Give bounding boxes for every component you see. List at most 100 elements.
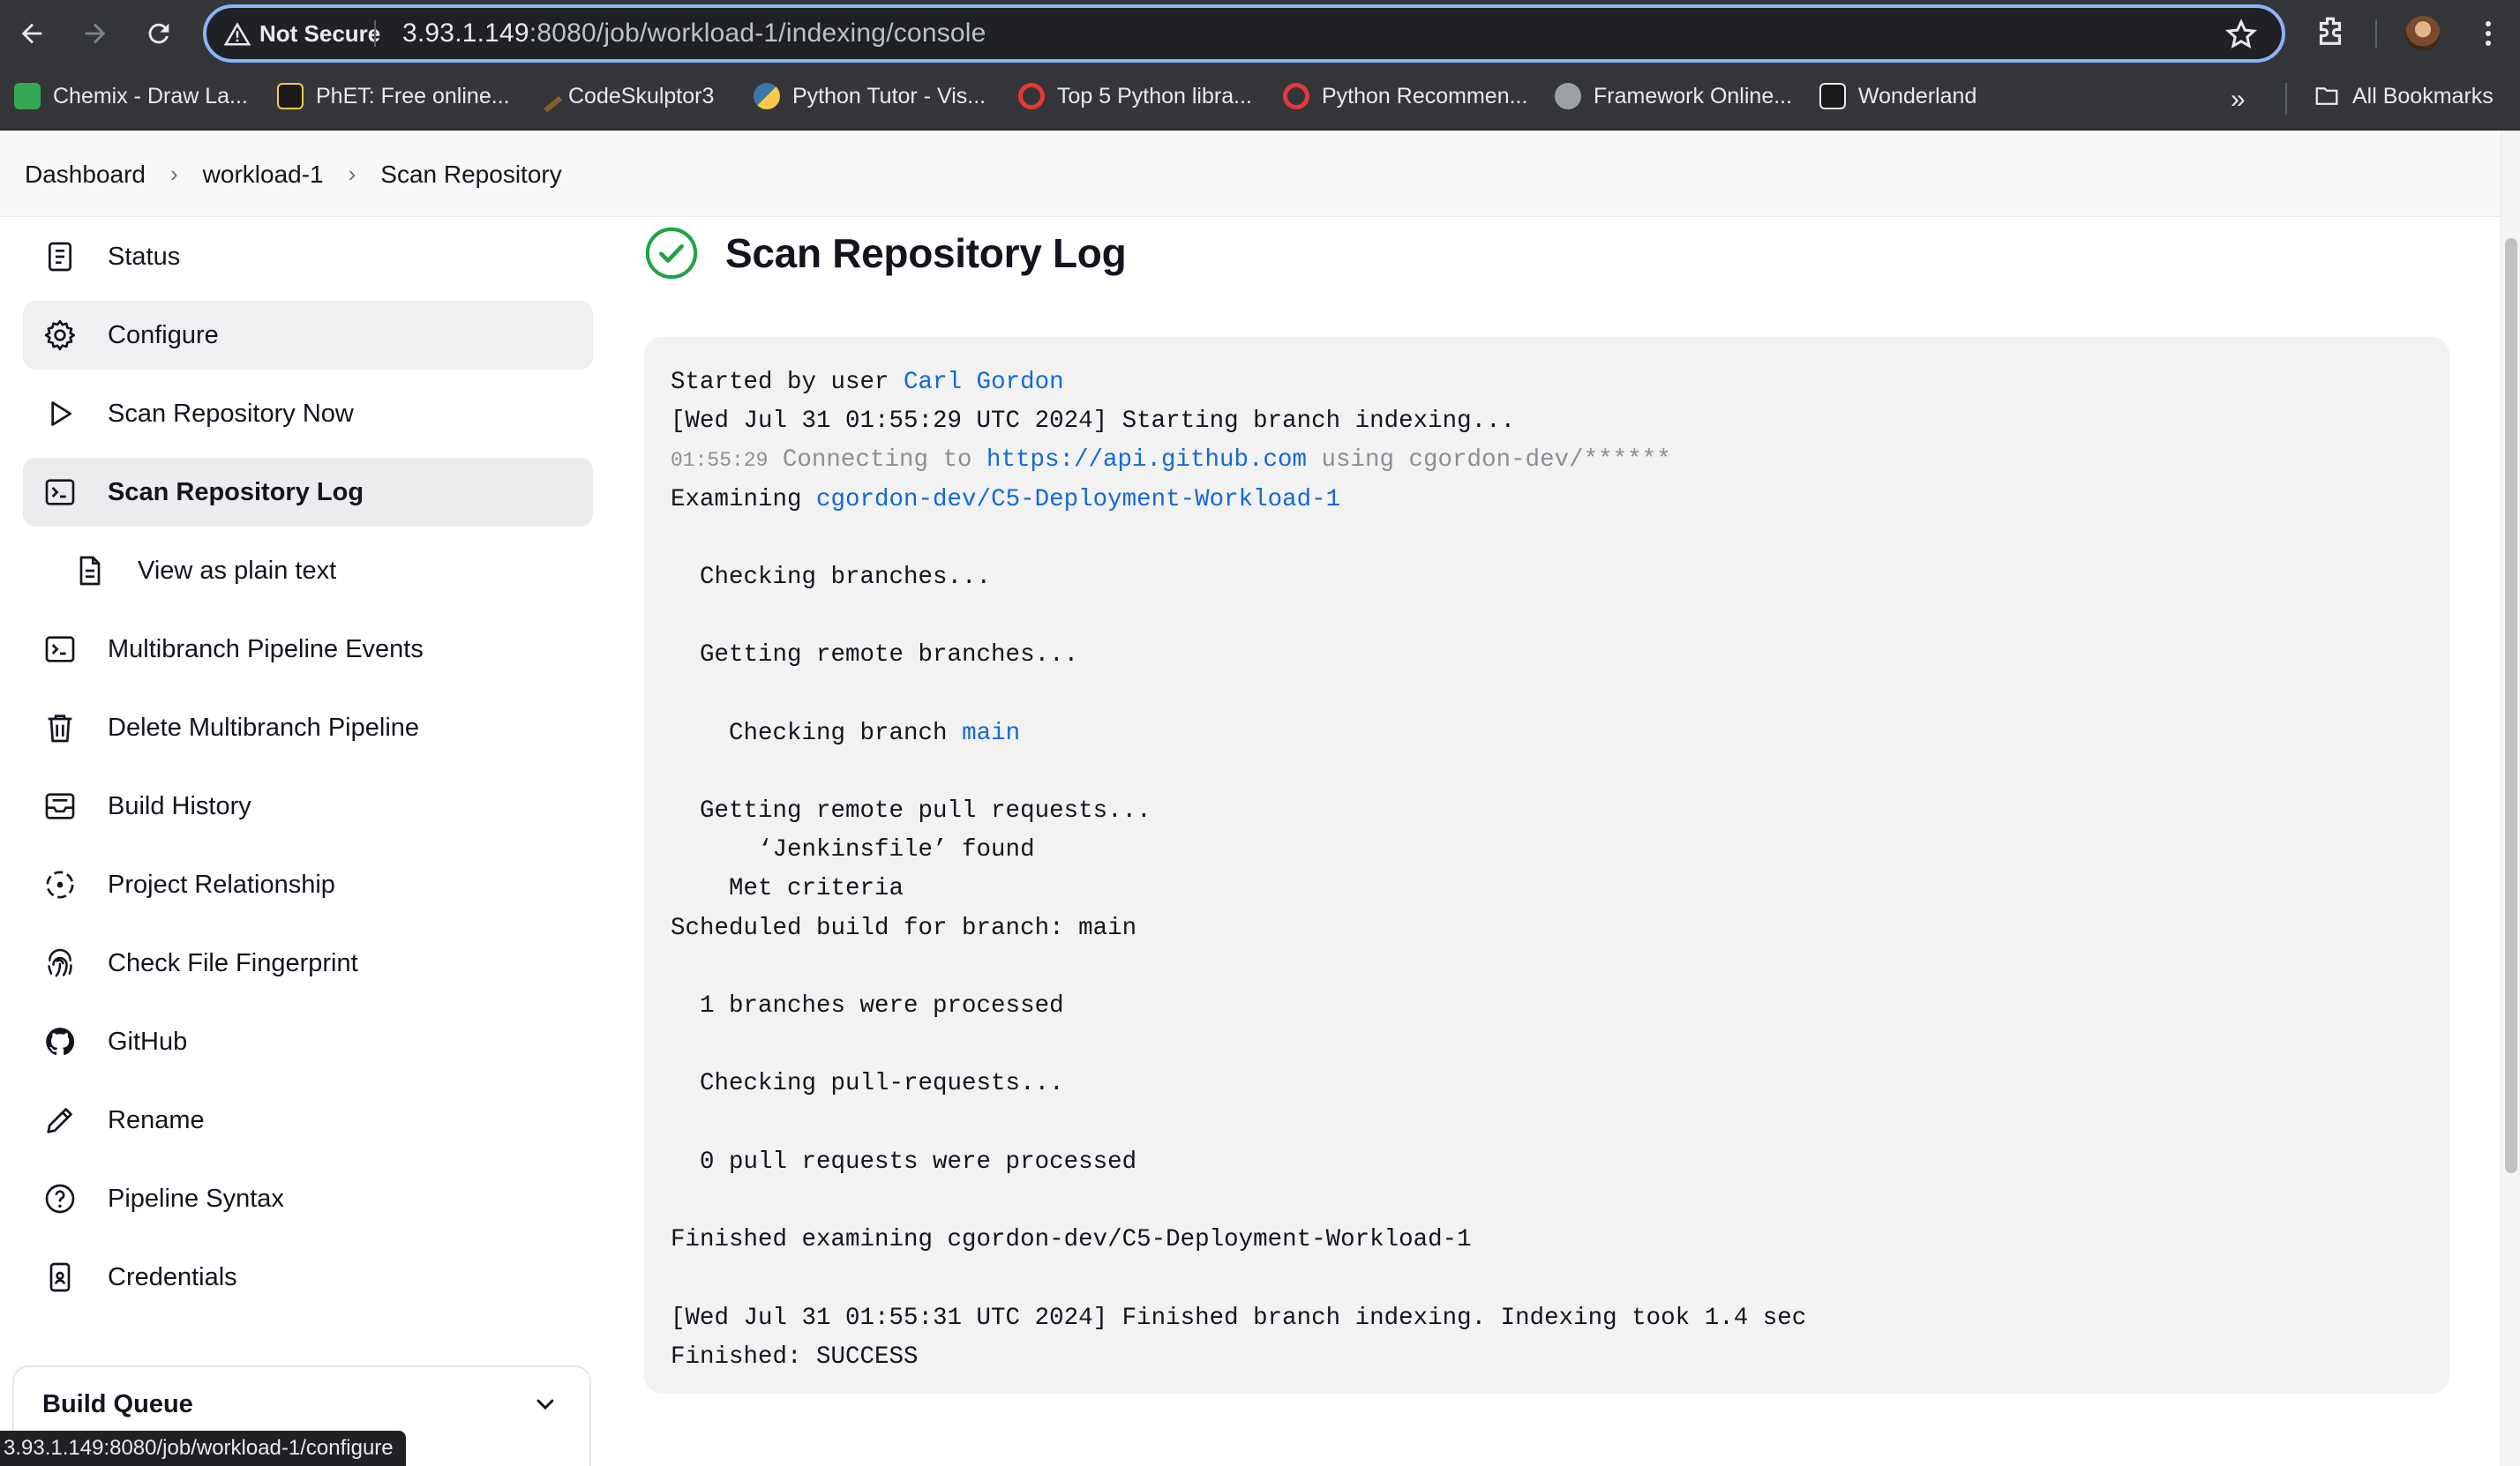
repository-link[interactable]: cgordon-dev/C5-Deployment-Workload-1 (816, 486, 1340, 513)
page-scrollbar[interactable] (2501, 132, 2520, 1466)
bookmark-item[interactable]: Python Recommen... (1283, 83, 1527, 109)
bookmark-label: Wonderland (1858, 83, 1977, 108)
back-button[interactable] (11, 12, 53, 55)
sidebar-item-status[interactable]: Status (23, 222, 593, 291)
reload-icon (148, 23, 169, 44)
breadcrumb-dashboard[interactable]: Dashboard (25, 161, 146, 189)
bookmarks-divider (2285, 83, 2287, 115)
breadcrumb-scan-repository[interactable]: Scan Repository (380, 161, 561, 189)
globe-favicon-icon (1555, 83, 1581, 109)
bookmark-item[interactable]: Framework Online... (1555, 83, 1792, 109)
bookmark-label: CodeSkulptor3 (568, 83, 715, 108)
profile-avatar[interactable] (2405, 16, 2441, 51)
address-bar[interactable]: Not Secure 3.93.1.149:8080/job/workload-… (203, 4, 2285, 63)
bookmark-star-icon[interactable] (2224, 17, 2259, 52)
security-indicator[interactable]: Not Secure (224, 20, 380, 48)
log-line: Started by user Carl Gordon (671, 369, 1064, 396)
log-line: Checking branches... (671, 563, 992, 591)
bookmark-item[interactable]: CodeSkulptor3 (529, 79, 715, 113)
log-line: [Wed Jul 31 01:55:29 UTC 2024] Starting … (671, 408, 1516, 436)
sidebar-item-github[interactable]: GitHub (23, 1007, 593, 1076)
sidebar-item-configure[interactable]: Configure (23, 301, 593, 370)
sidebar-item-rename[interactable]: Rename (23, 1086, 593, 1155)
breadcrumb-workload[interactable]: workload-1 (203, 161, 324, 189)
log-blank-line (671, 1182, 2423, 1221)
bookmark-item[interactable]: Top 5 Python libra... (1018, 83, 1252, 109)
sidebar-item-view-plain-text[interactable]: View as plain text (53, 536, 593, 605)
log-blank-line (671, 597, 2423, 636)
sidebar-item-label: Scan Repository Now (108, 399, 354, 428)
log-blank-line (671, 676, 2423, 714)
scrollbar-thumb[interactable] (2505, 238, 2517, 1173)
page-title-text: Scan Repository Log (725, 230, 1127, 276)
status-document-icon (41, 237, 79, 276)
log-line: Finished: SUCCESS (671, 1343, 919, 1371)
chevron-right-icon: › (169, 161, 178, 187)
omnibox-divider (374, 20, 376, 47)
forward-button[interactable] (74, 12, 116, 55)
bookmark-item[interactable]: Wonderland (1819, 83, 1976, 109)
sidebar-item-multibranch-events[interactable]: Multibranch Pipeline Events (23, 615, 593, 684)
log-line: Getting remote branches... (671, 641, 1079, 669)
sidebar-item-pipeline-syntax[interactable]: Pipeline Syntax (23, 1164, 593, 1233)
sidebar-item-label: Project Relationship (108, 870, 335, 899)
console-output: Started by user Carl Gordon [Wed Jul 31 … (644, 337, 2449, 1394)
sidebar-item-label: Configure (108, 320, 219, 349)
sidebar-item-scan-repository-log[interactable]: Scan Repository Log (23, 458, 593, 527)
bookmark-item[interactable]: PhET: Free online... (277, 83, 510, 109)
log-line: [Wed Jul 31 01:55:31 UTC 2024] Finished … (671, 1304, 1807, 1332)
page-title: Scan Repository Log (644, 226, 1127, 280)
sidebar-item-label: Build History (108, 791, 251, 820)
sidebar-item-label: Credentials (108, 1262, 237, 1291)
fingerprint-icon (41, 944, 79, 983)
branch-link[interactable]: main (962, 720, 1020, 747)
github-icon (41, 1022, 79, 1061)
sidebar-item-build-history[interactable]: Build History (23, 772, 593, 841)
sidebar-item-label: View as plain text (138, 556, 337, 585)
python-favicon-icon (754, 83, 780, 109)
chevron-down-icon[interactable] (531, 1390, 559, 1418)
terminal-icon (41, 473, 79, 512)
reload-button[interactable] (138, 12, 180, 55)
bookmark-label: Top 5 Python libra... (1057, 83, 1252, 108)
relationship-icon (41, 865, 79, 904)
log-line: Met criteria (671, 875, 904, 903)
user-link[interactable]: Carl Gordon (904, 369, 1064, 396)
red-ring-favicon-icon (1018, 83, 1045, 109)
sidebar-item-delete-pipeline[interactable]: Delete Multibranch Pipeline (23, 693, 593, 762)
extensions-puzzle-icon[interactable] (2312, 14, 2349, 51)
sidebar-item-check-fingerprint[interactable]: Check File Fingerprint (23, 929, 593, 998)
more-bookmarks-chevron-icon[interactable]: » (2231, 85, 2246, 115)
bookmark-item[interactable]: Chemix - Draw La... (14, 83, 248, 109)
browser-menu-button[interactable] (2478, 14, 2499, 53)
log-blank-line (671, 1104, 2423, 1143)
sidebar: Status Configure Scan Repository Now Sca… (0, 219, 618, 1466)
bookmark-label: PhET: Free online... (316, 83, 510, 108)
phet-favicon-icon (277, 83, 304, 109)
bookmark-item[interactable]: Python Tutor - Vis... (754, 83, 986, 109)
pencil-icon (41, 1101, 79, 1140)
sidebar-item-scan-repository-now[interactable]: Scan Repository Now (23, 379, 593, 448)
link-status-bar: 3.93.1.149:8080/job/workload-1/configure (0, 1431, 406, 1466)
url-text[interactable]: 3.93.1.149:8080/job/workload-1/indexing/… (402, 19, 986, 49)
trash-icon (41, 708, 79, 747)
sidebar-item-credentials[interactable]: Credentials (23, 1243, 593, 1312)
github-api-link[interactable]: https://api.github.com (986, 446, 1307, 474)
url-host: 3.93.1.149 (402, 19, 529, 48)
security-label: Not Secure (259, 20, 381, 47)
bookmark-label: Framework Online... (1594, 83, 1793, 108)
all-bookmarks-label: All Bookmarks (2352, 83, 2494, 108)
log-line: Examining cgordon-dev/C5-Deployment-Work… (671, 485, 1341, 513)
log-blank-line (671, 1026, 2423, 1065)
log-blank-line (671, 948, 2423, 987)
log-line: Scheduled build for branch: main (671, 914, 1137, 942)
bookmark-label: Chemix - Draw La... (53, 83, 248, 108)
sidebar-item-label: Delete Multibranch Pipeline (108, 713, 420, 742)
gear-icon (41, 316, 79, 355)
warning-icon (224, 21, 251, 45)
hammer-favicon-icon (529, 79, 563, 113)
all-bookmarks-button[interactable]: All Bookmarks (2314, 83, 2494, 109)
arrow-left-icon (21, 23, 42, 44)
sidebar-item-project-relationship[interactable]: Project Relationship (23, 850, 593, 919)
help-circle-icon (41, 1179, 79, 1218)
